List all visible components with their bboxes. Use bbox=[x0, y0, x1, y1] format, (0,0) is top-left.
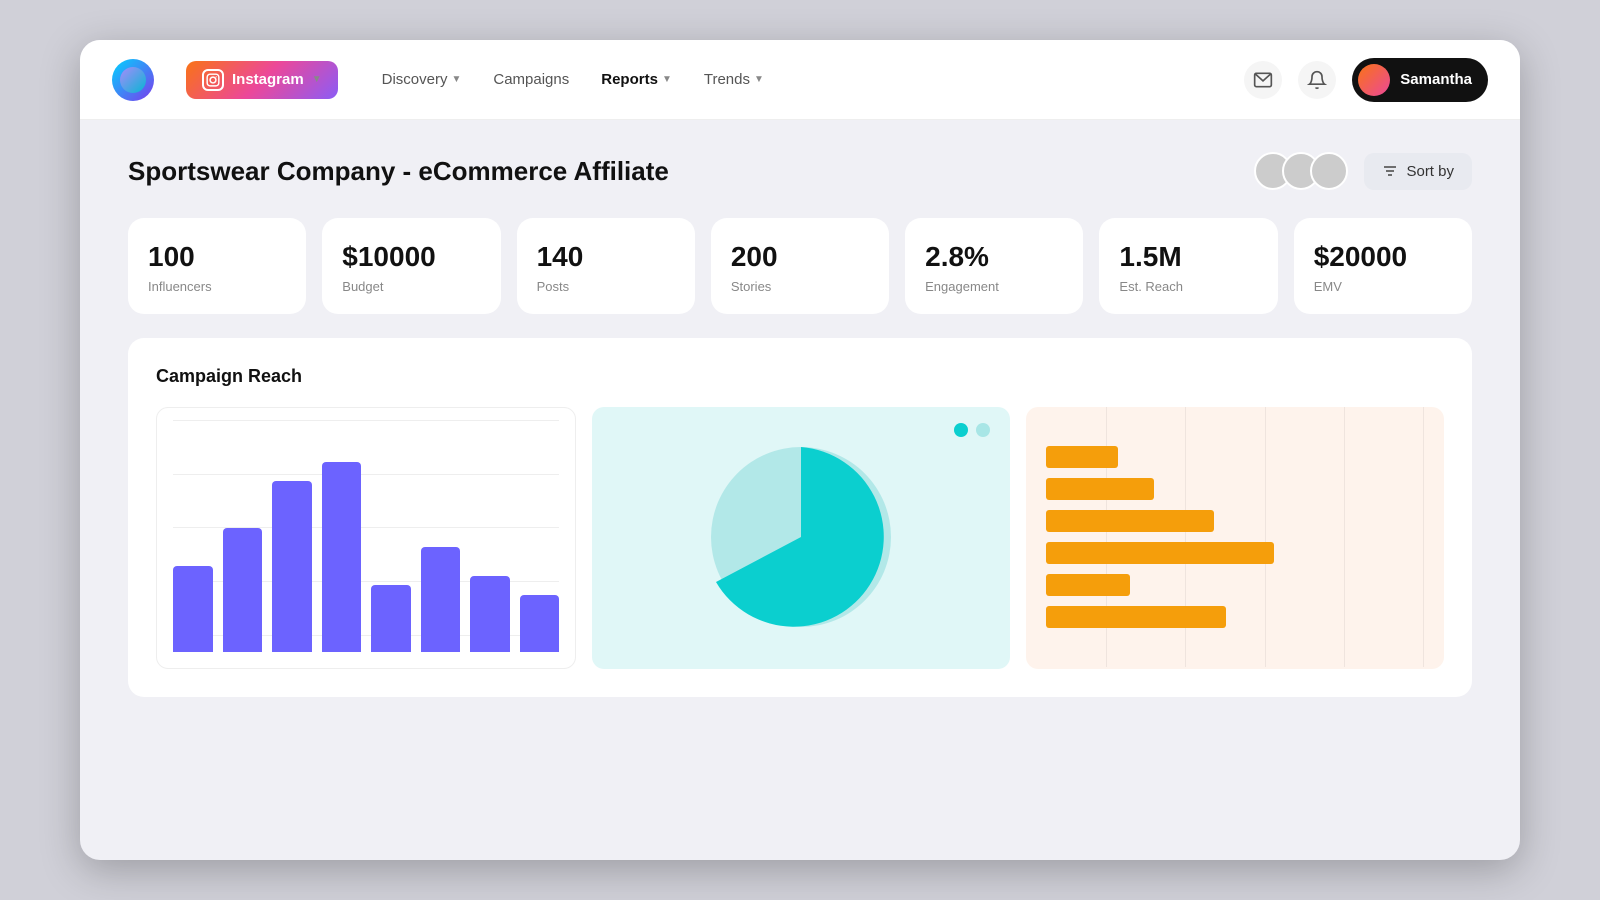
notification-button[interactable] bbox=[1298, 61, 1336, 99]
user-avatar bbox=[1358, 64, 1390, 96]
stat-reach: 1.5M Est. Reach bbox=[1099, 218, 1277, 314]
stat-budget: $10000 Budget bbox=[322, 218, 500, 314]
bar bbox=[421, 547, 461, 652]
pie-chart bbox=[592, 407, 1010, 669]
app-logo bbox=[112, 59, 154, 101]
nav-right: Samantha bbox=[1244, 58, 1488, 102]
hbar-row bbox=[1046, 542, 1424, 564]
page-header: Sportswear Company - eCommerce Affiliate… bbox=[128, 152, 1472, 190]
pie-legend bbox=[954, 423, 990, 437]
hbar-row bbox=[1046, 478, 1424, 500]
hbar bbox=[1046, 478, 1154, 500]
hbar-row bbox=[1046, 606, 1424, 628]
nav-trends[interactable]: Trends ▼ bbox=[692, 63, 776, 96]
charts-card: Campaign Reach bbox=[128, 338, 1472, 697]
legend-dot-2 bbox=[976, 423, 990, 437]
hbar-row bbox=[1046, 446, 1424, 468]
bar-chart-container bbox=[157, 408, 575, 668]
trends-chevron: ▼ bbox=[754, 74, 764, 85]
bar bbox=[371, 585, 411, 652]
hbar-row bbox=[1046, 510, 1424, 532]
nav-discovery[interactable]: Discovery ▼ bbox=[370, 63, 474, 96]
hbar bbox=[1046, 606, 1226, 628]
user-pill[interactable]: Samantha bbox=[1352, 58, 1488, 102]
nav-links: Discovery ▼ Campaigns Reports ▼ Trends ▼ bbox=[370, 63, 1213, 96]
pie-svg bbox=[701, 437, 901, 637]
grid-line bbox=[173, 420, 559, 421]
charts-row bbox=[156, 407, 1444, 669]
avatar-3 bbox=[1310, 152, 1348, 190]
sort-button[interactable]: Sort by bbox=[1364, 153, 1472, 190]
bar bbox=[470, 576, 510, 652]
navbar: Instagram ▼ Discovery ▼ Campaigns Report… bbox=[80, 40, 1520, 120]
instagram-selector[interactable]: Instagram ▼ bbox=[186, 61, 338, 99]
instagram-label: Instagram bbox=[232, 71, 304, 88]
stat-posts: 140 Posts bbox=[517, 218, 695, 314]
nav-reports[interactable]: Reports ▼ bbox=[589, 63, 684, 96]
hbar-chart bbox=[1026, 407, 1444, 669]
browser-frame: Instagram ▼ Discovery ▼ Campaigns Report… bbox=[80, 40, 1520, 860]
bar bbox=[272, 481, 312, 652]
stat-stories: 200 Stories bbox=[711, 218, 889, 314]
bar bbox=[173, 566, 213, 652]
bar-chart bbox=[156, 407, 576, 669]
instagram-icon bbox=[202, 69, 224, 91]
nav-campaigns[interactable]: Campaigns bbox=[481, 63, 581, 96]
avatar-stack bbox=[1254, 152, 1348, 190]
bar bbox=[223, 528, 263, 652]
hbar bbox=[1046, 574, 1130, 596]
hbar bbox=[1046, 510, 1214, 532]
user-name: Samantha bbox=[1400, 71, 1472, 88]
hbar bbox=[1046, 542, 1274, 564]
hbar bbox=[1046, 446, 1118, 468]
reports-chevron: ▼ bbox=[662, 74, 672, 85]
sort-label: Sort by bbox=[1406, 163, 1454, 180]
stat-engagement: 2.8% Engagement bbox=[905, 218, 1083, 314]
hbar-row bbox=[1046, 574, 1424, 596]
bar-chart-bars bbox=[173, 442, 559, 652]
pie-chart-container bbox=[592, 407, 1010, 667]
stat-emv: $20000 EMV bbox=[1294, 218, 1472, 314]
page-title: Sportswear Company - eCommerce Affiliate bbox=[128, 156, 669, 187]
hbar-chart-container bbox=[1026, 407, 1444, 667]
bar bbox=[322, 462, 362, 652]
legend-dot-1 bbox=[954, 423, 968, 437]
main-content: Sportswear Company - eCommerce Affiliate… bbox=[80, 120, 1520, 729]
instagram-chevron: ▼ bbox=[312, 74, 322, 85]
bar bbox=[520, 595, 560, 652]
charts-title: Campaign Reach bbox=[156, 366, 1444, 387]
discovery-chevron: ▼ bbox=[451, 74, 461, 85]
stat-influencers: 100 Influencers bbox=[128, 218, 306, 314]
header-right: Sort by bbox=[1254, 152, 1472, 190]
stats-row: 100 Influencers $10000 Budget 140 Posts … bbox=[128, 218, 1472, 314]
mail-button[interactable] bbox=[1244, 61, 1282, 99]
